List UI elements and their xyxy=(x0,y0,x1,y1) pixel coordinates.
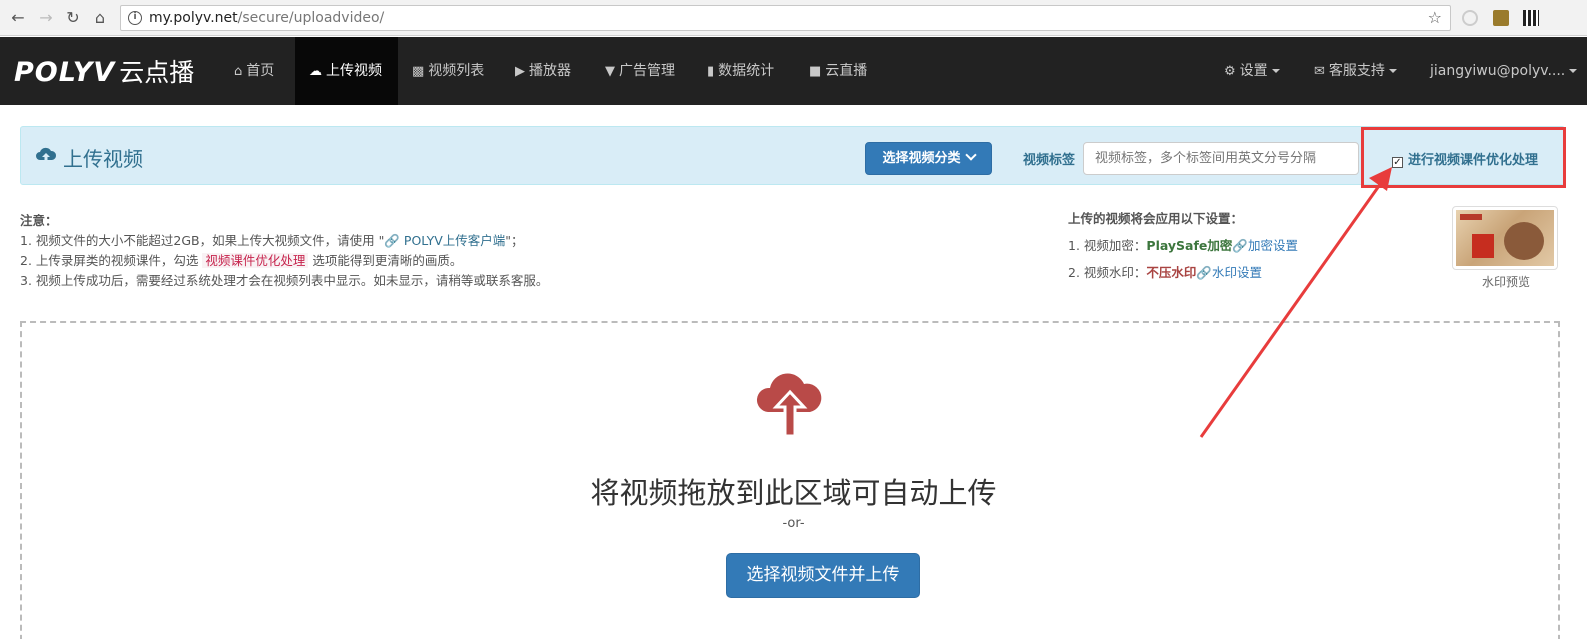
bookmark-star-icon[interactable]: ☆ xyxy=(1428,8,1442,27)
select-file-upload-button[interactable]: 选择视频文件并上传 xyxy=(726,553,920,598)
logo[interactable]: POLYV 云点播 xyxy=(14,53,194,89)
home-page-icon[interactable]: ⌂ xyxy=(90,8,110,28)
extension-icon[interactable] xyxy=(1462,10,1478,26)
reload-icon[interactable]: ↻ xyxy=(63,8,83,28)
watermark-setting: 2. 视频水印：不压水印🔗水印设置 xyxy=(1068,265,1263,280)
upload-header-panel: 上传视频 选择视频分类 视频标签 ✓进行视频课件优化处理 xyxy=(20,126,1565,185)
bell-icon: ✉ xyxy=(1314,64,1325,79)
forward-icon[interactable]: → xyxy=(36,8,56,28)
drop-zone-or: -or- xyxy=(782,516,805,531)
gear-icon: ⚙ xyxy=(1224,64,1236,79)
home-icon: ⌂ xyxy=(234,64,243,79)
select-category-button[interactable]: 选择视频分类 xyxy=(865,142,992,175)
play-circle-icon: ▶ xyxy=(515,64,525,79)
nav-item-statistics[interactable]: ▮ 数据统计 xyxy=(693,37,788,105)
drop-zone-title: 将视频拖放到此区域可自动上传 xyxy=(590,476,997,510)
address-bar[interactable]: i my.polyv.net/secure/uploadvideo/ ☆ xyxy=(120,5,1451,31)
notes-section: 注意： 1. 视频文件的大小不能超过2GB，如果上传大视频文件，请使用 "🔗 P… xyxy=(20,211,548,291)
nav-item-ads[interactable]: ▼ 广告管理 xyxy=(591,37,689,105)
chevron-down-icon xyxy=(964,149,977,161)
link-icon: 🔗 xyxy=(384,233,400,248)
watermark-preview-caption: 水印预览 xyxy=(1482,275,1531,289)
video-camera-icon: ■ xyxy=(809,64,822,79)
tag-input[interactable] xyxy=(1083,142,1359,175)
support-dropdown[interactable]: ✉ 客服支持 xyxy=(1300,37,1411,105)
nav-item-home[interactable]: ⌂ 首页 xyxy=(220,37,288,105)
upload-settings-summary: 上传的视频将会应用以下设置： 1. 视频加密：PlaySafe加密🔗加密设置 2… xyxy=(1068,205,1298,286)
note-line: 3. 视频上传成功后，需要经过系统处理才会在视频列表中显示。如未显示，请稍等或联… xyxy=(20,273,549,288)
cloud-upload-icon xyxy=(35,146,57,171)
note-line: 2. 上传录屏类的视频课件，勾选 视频课件优化处理 选项能得到更清晰的画质。 xyxy=(20,253,463,268)
back-icon[interactable]: ← xyxy=(8,8,28,28)
note-line: 1. 视频文件的大小不能超过2GB，如果上传大视频文件，请使用 "🔗 POLYV… xyxy=(20,233,524,248)
filter-icon: ▼ xyxy=(605,64,615,79)
watermark-preview-thumbnail[interactable] xyxy=(1452,206,1558,270)
annotation-highlight-box xyxy=(1361,127,1566,188)
encrypt-setting: 1. 视频加密：PlaySafe加密🔗加密设置 xyxy=(1068,238,1298,253)
caret-down-icon xyxy=(1271,69,1280,73)
url-text[interactable]: my.polyv.net/secure/uploadvideo/ xyxy=(149,10,384,26)
caret-down-icon xyxy=(1388,69,1397,73)
cloud-upload-icon xyxy=(754,366,826,438)
encrypt-settings-link[interactable]: 🔗加密设置 xyxy=(1232,238,1298,253)
settings-dropdown[interactable]: ⚙ 设置 xyxy=(1210,37,1294,105)
film-icon: ▩ xyxy=(412,64,425,79)
nav-item-live[interactable]: ■ 云直播 xyxy=(795,37,881,105)
tag-label: 视频标签 xyxy=(1023,153,1076,168)
nav-item-player[interactable]: ▶ 播放器 xyxy=(501,37,585,105)
qr-code-icon[interactable] xyxy=(1523,10,1539,26)
browser-toolbar: ← → ↻ ⌂ i my.polyv.net/secure/uploadvide… xyxy=(0,0,1587,36)
link-icon: 🔗 xyxy=(1232,238,1248,253)
cloud-upload-icon: ☁ xyxy=(309,64,322,79)
main-navbar: POLYV 云点播 ⌂ 首页 ☁ 上传视频 ▩ 视频列表 ▶ 播放器 ▼ 广告管理 ▮ 数据统… xyxy=(0,37,1587,105)
notes-heading: 注意： xyxy=(20,213,58,228)
settings-heading: 上传的视频将会应用以下设置： xyxy=(1068,211,1244,226)
extension-icon[interactable] xyxy=(1493,10,1509,26)
site-info-icon[interactable]: i xyxy=(128,11,142,25)
bar-chart-icon: ▮ xyxy=(707,64,715,79)
client-download-link[interactable]: 🔗 POLYV上传客户端 xyxy=(384,233,505,248)
nav-item-video-list[interactable]: ▩ 视频列表 xyxy=(398,37,498,105)
watermark-preview-image xyxy=(1456,210,1554,266)
link-icon: 🔗 xyxy=(1196,265,1212,280)
nav-item-upload-video[interactable]: ☁ 上传视频 xyxy=(295,37,398,105)
watermark-settings-link[interactable]: 🔗水印设置 xyxy=(1196,265,1262,280)
caret-down-icon xyxy=(1569,69,1578,73)
user-dropdown[interactable]: jiangyiwu@polyv.... xyxy=(1416,37,1587,105)
page-title: 上传视频 xyxy=(35,143,143,172)
